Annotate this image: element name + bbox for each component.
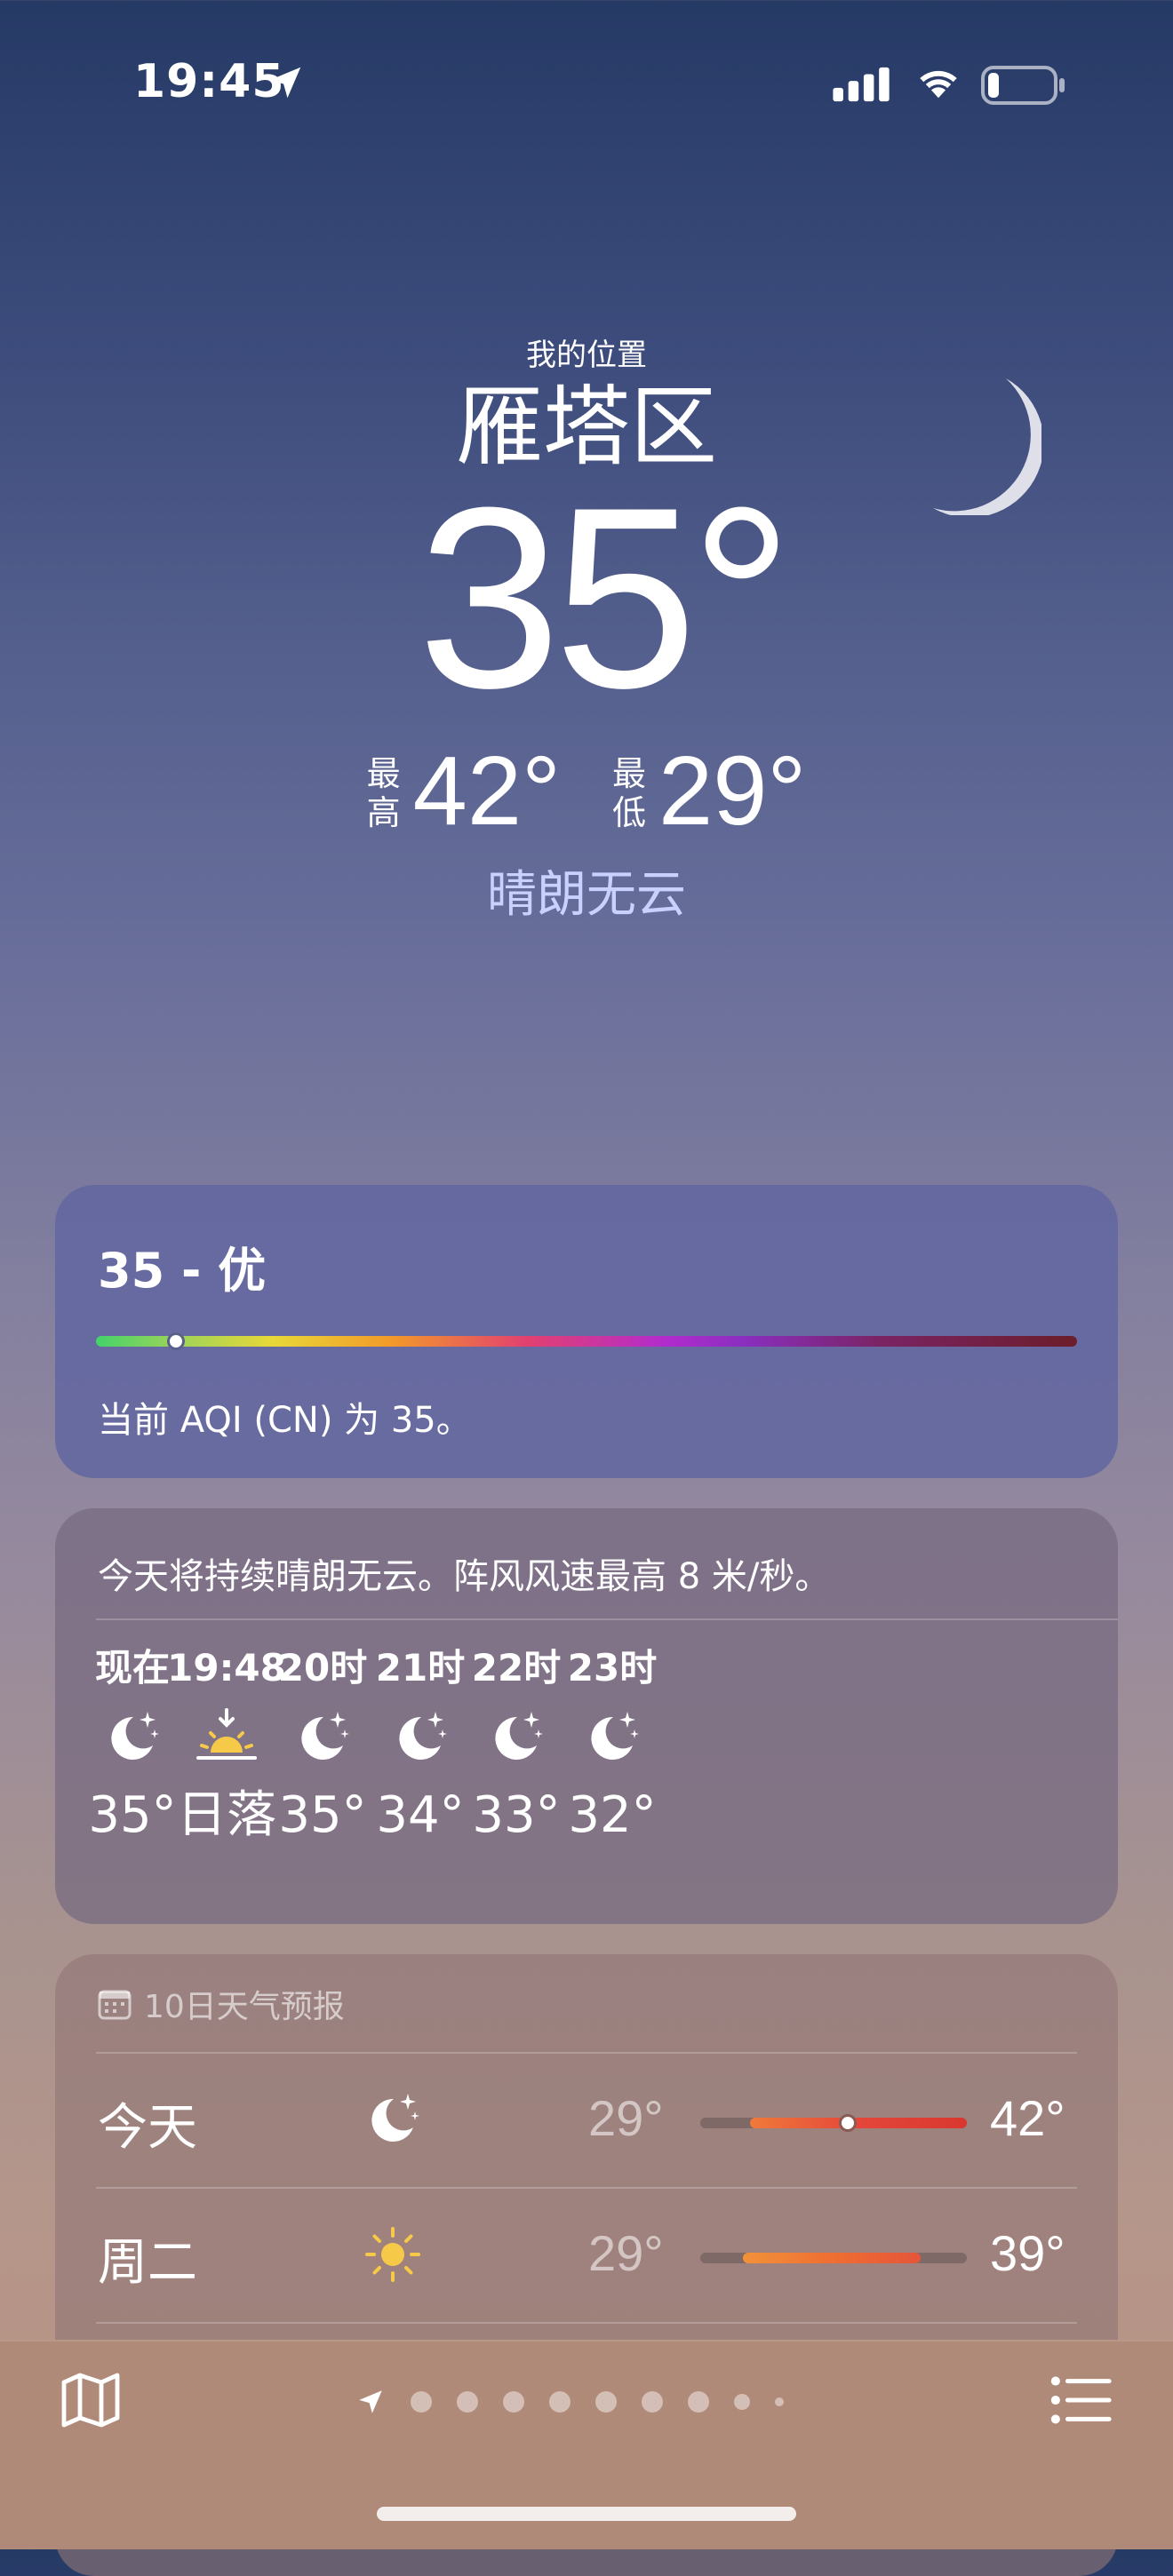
forecast-high: 39° [990,2225,1065,2281]
hourly-forecast-card[interactable]: 今天将持续晴朗无云。阵风风速最高 8 米/秒。 现在 35° 19:48 日落 … [55,1508,1118,1924]
aqi-value: 35 - 优 [98,1243,267,1299]
forecast-low: 29° [588,2225,664,2281]
low-label-char-1: 最 [612,754,647,793]
aqi-card[interactable]: 35 - 优 当前 AQI (CN) 为 35。 [55,1185,1118,1478]
high-low-row: 最高 42° 最低 29° [0,743,1173,840]
low-temperature: 29° [658,736,807,846]
wifi-icon [920,70,957,99]
temperature-range-fill [750,2118,967,2128]
current-temperature: 35° [418,454,794,742]
home-indicator[interactable] [377,2507,796,2521]
forecast-day-name: 周二 [98,2234,197,2292]
ten-day-divider [96,2322,1077,2324]
location-subtitle: 我的位置 [526,338,647,373]
page-dot [411,2391,432,2413]
temperature-range-fill [743,2253,921,2263]
page-dot [595,2391,617,2413]
high-label: 最高 [367,754,401,832]
hour-time: 23时 [567,1646,658,1690]
forecast-high: 42° [990,2090,1065,2146]
list-icon[interactable] [1050,2375,1113,2425]
forecast-day-name: 今天 [98,2099,197,2157]
temperature-range-bar [700,2114,967,2132]
weather-condition: 晴朗无云 [487,866,686,924]
moon-stars-icon [371,2094,419,2142]
ten-day-title: 10日天气预报 [144,1989,345,2025]
forecast-day-row[interactable]: 周二 29° 39° [55,2189,1118,2322]
sun-icon [365,2227,420,2282]
current-temperature-dot [839,2114,857,2132]
ten-day-header: 10日天气预报 [98,1981,345,2027]
battery-icon [981,66,1065,105]
high-label-char-2: 高 [366,793,401,832]
page-indicator[interactable] [355,2384,818,2420]
forecast-low: 29° [588,2090,664,2146]
high-temperature: 42° [412,736,561,846]
page-dot [688,2391,709,2413]
page-dot [642,2391,663,2413]
aqi-gradient-bar [96,1336,1077,1347]
hourly-divider [96,1618,1118,1620]
location-arrow-icon [359,2390,382,2413]
hour-temperature: 32° [568,1786,657,1844]
page-dot [775,2397,784,2406]
hourly-summary: 今天将持续晴朗无云。阵风风速最高 8 米/秒。 [98,1556,831,1597]
cellular-signal-icon [833,67,890,102]
page-dot [457,2391,478,2413]
temperature-range-bar [700,2253,967,2263]
page-dot [549,2391,571,2413]
status-time: 19:45 [133,55,285,108]
location-arrow-icon [269,67,301,99]
map-icon[interactable] [59,2368,123,2432]
aqi-description: 当前 AQI (CN) 为 35。 [98,1400,472,1441]
low-label: 最低 [612,754,646,832]
calendar-icon [98,1990,132,2020]
hourly-row[interactable]: 现在 35° 19:48 日落 20时 35° 21时 34° 22时 33° … [55,1642,1118,1908]
page-dot [503,2391,524,2413]
hour-item: 23时 32° [528,1642,697,1851]
forecast-day-row[interactable]: 今天 29° 42° [55,2054,1118,2187]
high-label-char-1: 最 [366,754,401,793]
page-dot [734,2394,750,2410]
low-label-char-2: 低 [612,793,647,832]
moon-stars-icon [591,1712,639,1760]
aqi-indicator-dot [167,1332,185,1350]
